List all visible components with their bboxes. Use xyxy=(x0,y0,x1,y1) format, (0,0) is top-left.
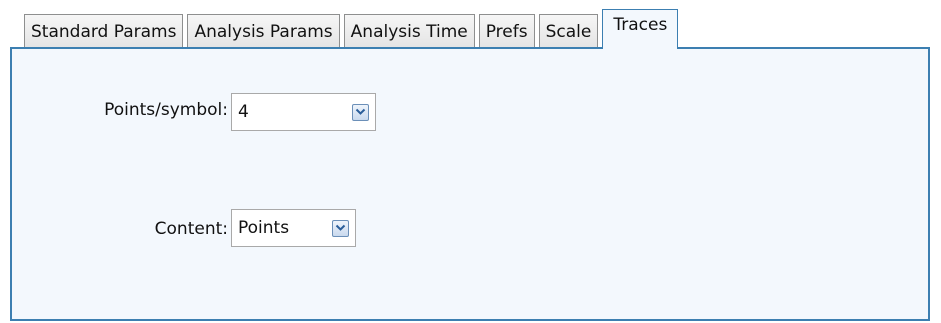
tab-prefs[interactable]: Prefs xyxy=(478,14,535,48)
tab-traces[interactable]: Traces xyxy=(602,9,679,49)
content-select[interactable]: Points xyxy=(231,209,356,247)
chevron-down-icon[interactable] xyxy=(352,103,369,121)
content-value: Points xyxy=(238,218,290,238)
traces-settings-window: Standard Params Analysis Params Analysis… xyxy=(0,0,941,323)
content-label: Content: xyxy=(154,219,228,239)
points-per-symbol-value: 4 xyxy=(238,102,249,122)
tab-scale[interactable]: Scale xyxy=(538,14,599,48)
tab-standard-params[interactable]: Standard Params xyxy=(24,14,184,48)
traces-panel: Points/symbol: 4 Content: Points xyxy=(10,47,930,321)
points-per-symbol-label: Points/symbol: xyxy=(104,100,228,120)
tab-strip: Standard Params Analysis Params Analysis… xyxy=(24,9,682,49)
tab-analysis-params[interactable]: Analysis Params xyxy=(187,14,340,48)
chevron-down-icon[interactable] xyxy=(332,219,349,237)
points-per-symbol-select[interactable]: 4 xyxy=(231,93,376,131)
tab-analysis-time[interactable]: Analysis Time xyxy=(343,14,475,48)
